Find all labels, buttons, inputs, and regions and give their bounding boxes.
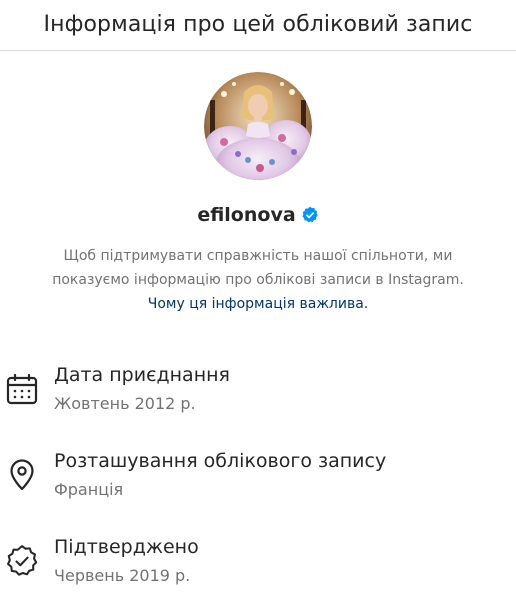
why-important-link[interactable]: Чому ця інформація важлива.	[148, 292, 369, 316]
profile-section: efilonova Щоб підтримувати справжність н…	[0, 51, 516, 316]
info-value: Червень 2019 р.	[54, 566, 191, 585]
avatar[interactable]	[204, 72, 312, 180]
authenticity-notice: Щоб підтримувати справжність нашої спіль…	[38, 244, 478, 316]
info-value: Жовтень 2012 р.	[54, 394, 196, 413]
header: Інформація про цей обліковий запис	[0, 0, 516, 51]
info-value: Франція	[54, 480, 124, 499]
info-item-verified: Підтверджено Червень 2019 р.	[0, 532, 516, 601]
notice-line-2: показуємо інформацію про облікові записи…	[52, 272, 464, 288]
account-info-list: Дата приєднання Жовтень 2012 р. Розташув…	[0, 360, 516, 601]
notice-line-1: Щоб підтримувати справжність нашої спіль…	[63, 248, 453, 264]
calendar-icon	[6, 373, 38, 405]
verified-badge-icon	[302, 206, 318, 223]
page-title: Інформація про цей обліковий запис	[43, 11, 473, 37]
info-item-account-location: Розташування облікового запису Франція	[0, 446, 516, 532]
info-item-date-joined: Дата приєднання Жовтень 2012 р.	[0, 360, 516, 446]
info-title: Дата приєднання	[54, 364, 230, 386]
info-title: Підтверджено	[54, 536, 199, 558]
verified-check-icon	[7, 545, 38, 576]
username[interactable]: efilonova	[197, 204, 295, 226]
about-account-page: Інформація про цей обліковий запис efilo…	[0, 0, 516, 601]
username-row: efilonova	[197, 200, 318, 230]
location-pin-icon	[10, 459, 34, 491]
info-title: Розташування облікового запису	[54, 450, 387, 472]
